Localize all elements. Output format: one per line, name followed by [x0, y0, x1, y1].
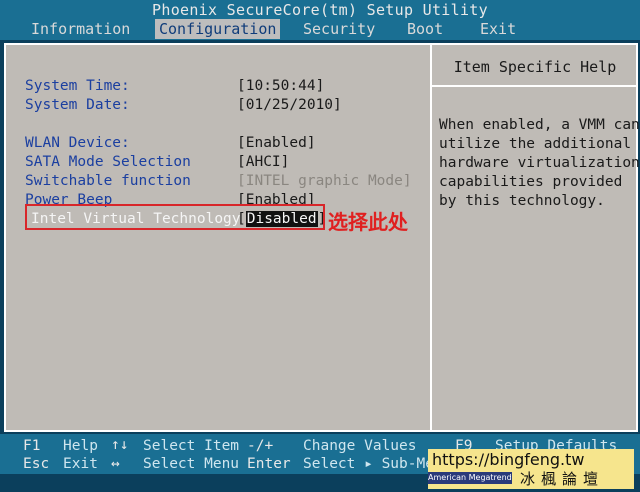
key-f1: F1 [23, 438, 41, 454]
annotation-highlight-box [25, 204, 325, 230]
wlan-device-label: WLAN Device: [25, 135, 130, 151]
system-date-value[interactable]: [01/25/2010] [237, 97, 342, 113]
key-esc-desc: Exit [63, 456, 98, 472]
help-divider [432, 85, 638, 87]
setting-system-date[interactable]: System Date: [01/25/2010] [25, 97, 420, 116]
system-time-value[interactable]: [10:50:44] [237, 78, 324, 94]
help-text: When enabled, a VMM can utilize the addi… [439, 117, 640, 209]
setting-switchable-function: Switchable function [INTEL graphic Mode] [25, 173, 420, 192]
key-updown-desc: Select Item [143, 438, 240, 454]
key-f1-desc: Help [63, 438, 98, 454]
menu-exit[interactable]: Exit [476, 19, 520, 39]
arrow-leftright-icon: ↔ [111, 456, 120, 472]
key-minus-plus-desc: Change Values [303, 438, 417, 454]
system-date-label: System Date: [25, 97, 130, 113]
panel-divider [430, 45, 432, 430]
menu-information[interactable]: Information [27, 19, 134, 39]
watermark-name: 冰楓論壇 [520, 470, 605, 488]
watermark-url: https://bingfeng.tw [432, 450, 585, 469]
setting-system-time[interactable]: System Time: [10:50:44] [25, 78, 420, 97]
wlan-device-value[interactable]: [Enabled] [237, 135, 316, 151]
help-title: Item Specific Help [453, 58, 617, 76]
menu-configuration[interactable]: Configuration [155, 19, 281, 39]
switchable-function-value: [INTEL graphic Mode] [237, 173, 412, 189]
system-time-label: System Time: [25, 78, 130, 94]
key-minus-plus: -/+ [247, 438, 274, 454]
sata-mode-value[interactable]: [AHCI] [237, 154, 289, 170]
menu-security[interactable]: Security [299, 19, 379, 39]
annotation-text: 选择此处 [328, 210, 408, 234]
key-esc: Esc [23, 456, 50, 472]
menu-boot[interactable]: Boot [403, 19, 447, 39]
key-enter: Enter [247, 456, 291, 472]
key-leftright-desc: Select Menu [143, 456, 240, 472]
watermark-strip: American Megatrends [428, 472, 512, 484]
switchable-function-label: Switchable function [25, 173, 191, 189]
sata-mode-label: SATA Mode Selection [25, 154, 191, 170]
title-bar: Phoenix SecureCore(tm) Setup Utility Inf… [0, 0, 640, 40]
menu-bar: Information Configuration Security Boot … [0, 19, 640, 39]
setting-sata-mode[interactable]: SATA Mode Selection [AHCI] [25, 154, 420, 173]
bios-title: Phoenix SecureCore(tm) Setup Utility [152, 1, 488, 19]
arrow-updown-icon: ↑↓ [111, 437, 129, 453]
setting-wlan-device[interactable]: WLAN Device: [Enabled] [25, 135, 420, 154]
